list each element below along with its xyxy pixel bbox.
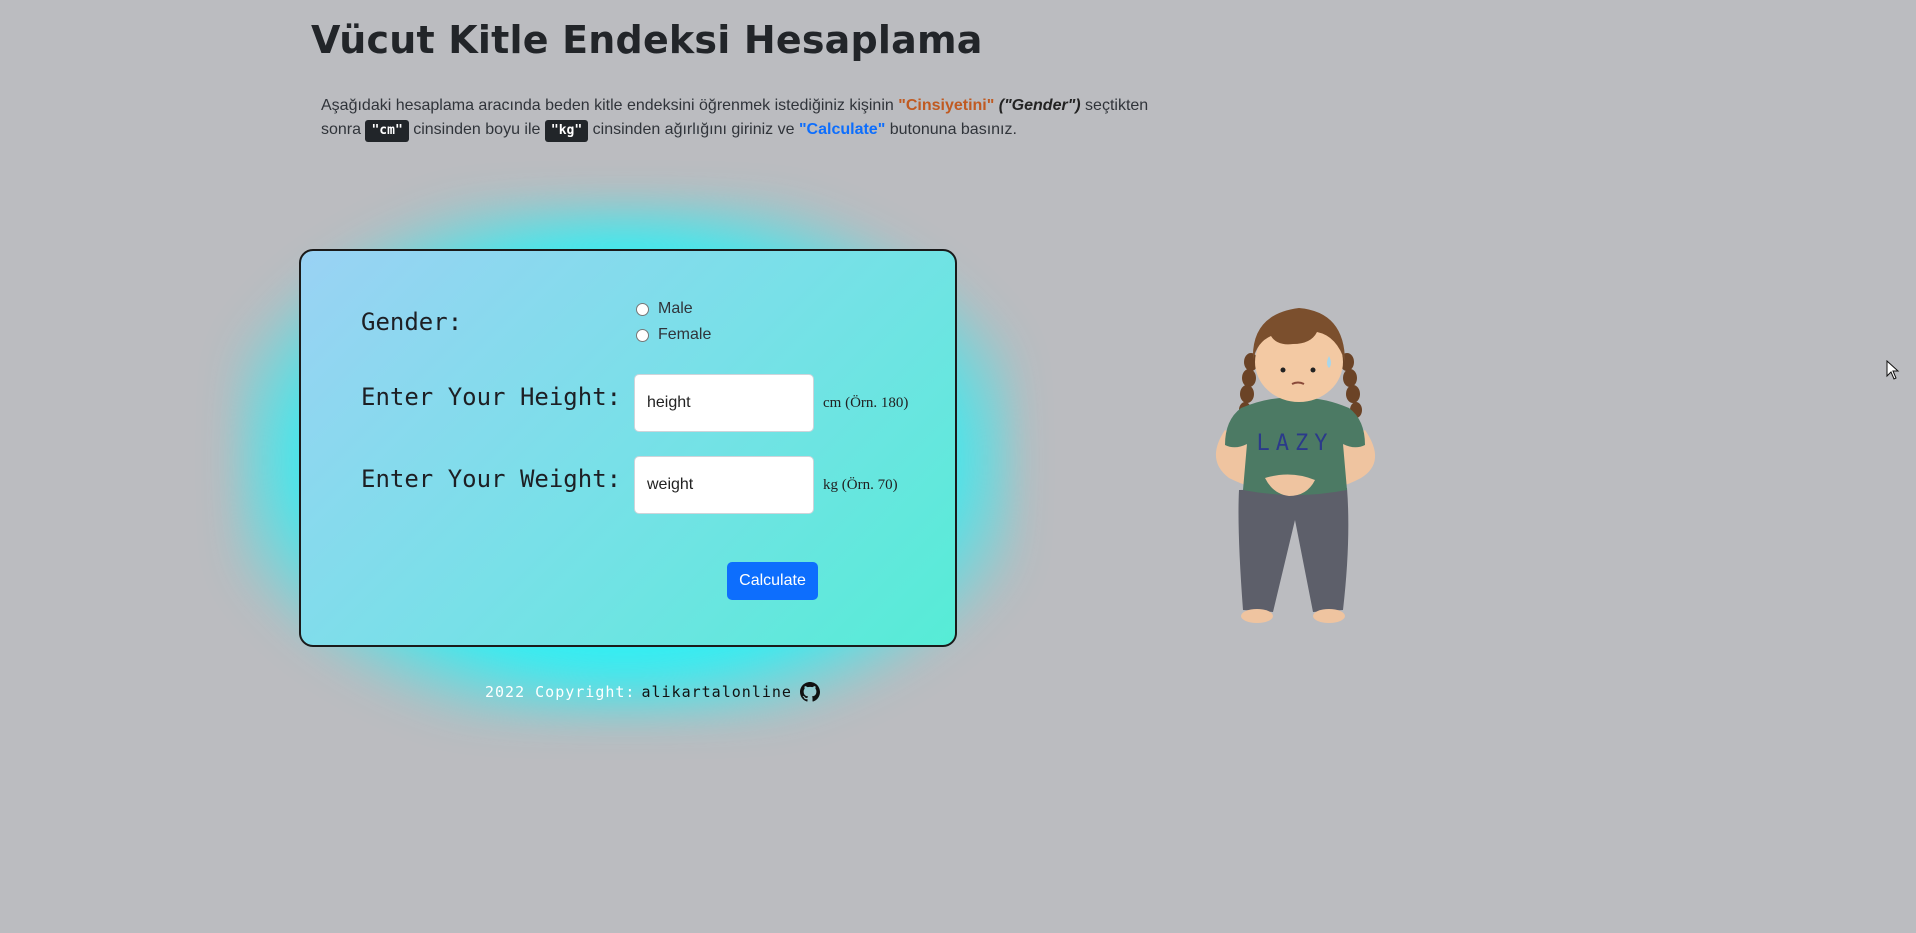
intro-part: cinsinden boyu ile [408, 121, 545, 138]
female-radio[interactable] [636, 328, 649, 342]
gender-label: Gender: [361, 308, 463, 336]
intro-part: butonuna basınız. [885, 121, 1017, 138]
intro-calculate-ref: "Calculate" [798, 121, 886, 138]
shirt-text: LAZY [1257, 431, 1334, 456]
pants [1238, 488, 1349, 612]
male-radio[interactable] [636, 302, 649, 316]
intro-gender-en: ("Gender") [994, 97, 1081, 114]
female-label: Female [658, 326, 712, 343]
footer: 2022 Copyright: alikartalonline [485, 682, 820, 702]
height-label: Enter Your Height: [361, 383, 622, 411]
intro-gender-tr: "Cinsiyetini" [898, 97, 995, 114]
height-unit-hint: cm (Örn. 180) [823, 395, 909, 411]
footer-author-link[interactable]: alikartalonline [641, 683, 791, 701]
lazy-girl-illustration: LAZY [1215, 308, 1376, 623]
intro-part: Aşağıdaki hesaplama aracında beden kitle… [321, 97, 899, 114]
footer-copyright: 2022 Copyright: [485, 683, 636, 701]
kg-code: "kg" [544, 120, 589, 142]
intro-text: Aşağıdaki hesaplama aracında beden kitle… [321, 94, 1151, 142]
gender-option-male[interactable]: Male [636, 300, 693, 318]
calculate-button[interactable]: Calculate [727, 562, 818, 600]
github-icon[interactable] [799, 682, 820, 702]
weight-unit-hint: kg (Örn. 70) [823, 477, 898, 493]
intro-part: cinsinden ağırlığını giriniz ve [588, 121, 799, 138]
page-title: Vücut Kitle Endeksi Hesaplama [311, 18, 983, 62]
mouse-cursor-icon [1886, 360, 1900, 380]
weight-label: Enter Your Weight: [361, 465, 622, 493]
cm-code: "cm" [365, 120, 409, 142]
weight-input[interactable] [634, 456, 814, 514]
height-input[interactable] [634, 374, 814, 432]
gender-option-female[interactable]: Female [636, 326, 711, 344]
male-label: Male [658, 300, 693, 317]
